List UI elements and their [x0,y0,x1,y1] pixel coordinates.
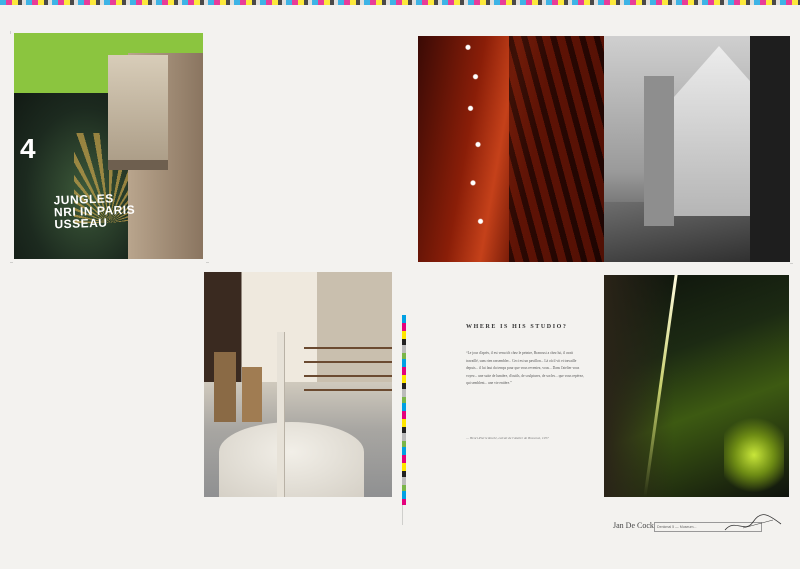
quote-text: “Le jour d'après, il est venu tôt chez l… [466,351,584,386]
crop-mark [10,262,13,263]
photo-green-night [604,275,789,497]
print-sheet: 4 JUNGLES NRI IN PARIS USSEAU WHERE IS H… [0,0,800,569]
banner-exhibition-text: JUNGLES NRI IN PARIS USSEAU [53,191,135,231]
photo-bw-street [604,36,790,262]
green-glow [724,415,784,495]
author-name: Jan De Cock [613,521,654,530]
section-heading: WHERE IS HIS STUDIO? [466,324,568,330]
floor-shadow [604,275,674,497]
apartment-tower [644,76,674,226]
white-column-sculpture [277,332,284,497]
crop-mark [10,31,11,34]
wooden-plinth [242,367,262,422]
wooden-plinth [214,352,236,422]
crop-mark [402,505,403,525]
color-calibration-bar [0,0,800,5]
color-strip-vertical [402,315,406,505]
tool-shelf [304,347,392,392]
dark-facade [750,36,790,262]
banner-number: 4 [20,133,36,164]
ceiling-lights [448,36,498,262]
stone-base [219,422,364,497]
studio-building [108,55,168,170]
wooden-slats [509,36,604,262]
signature [724,514,782,531]
crop-mark [790,263,793,264]
photo-museum-facade: 4 JUNGLES NRI IN PARIS USSEAU [14,33,203,259]
quote-source: — Henri-Pierre Roché, extrait de l'Ateli… [466,436,549,440]
photo-red-corridor [418,36,604,262]
photo-sculptor-studio [204,272,392,497]
crop-mark [206,262,209,263]
